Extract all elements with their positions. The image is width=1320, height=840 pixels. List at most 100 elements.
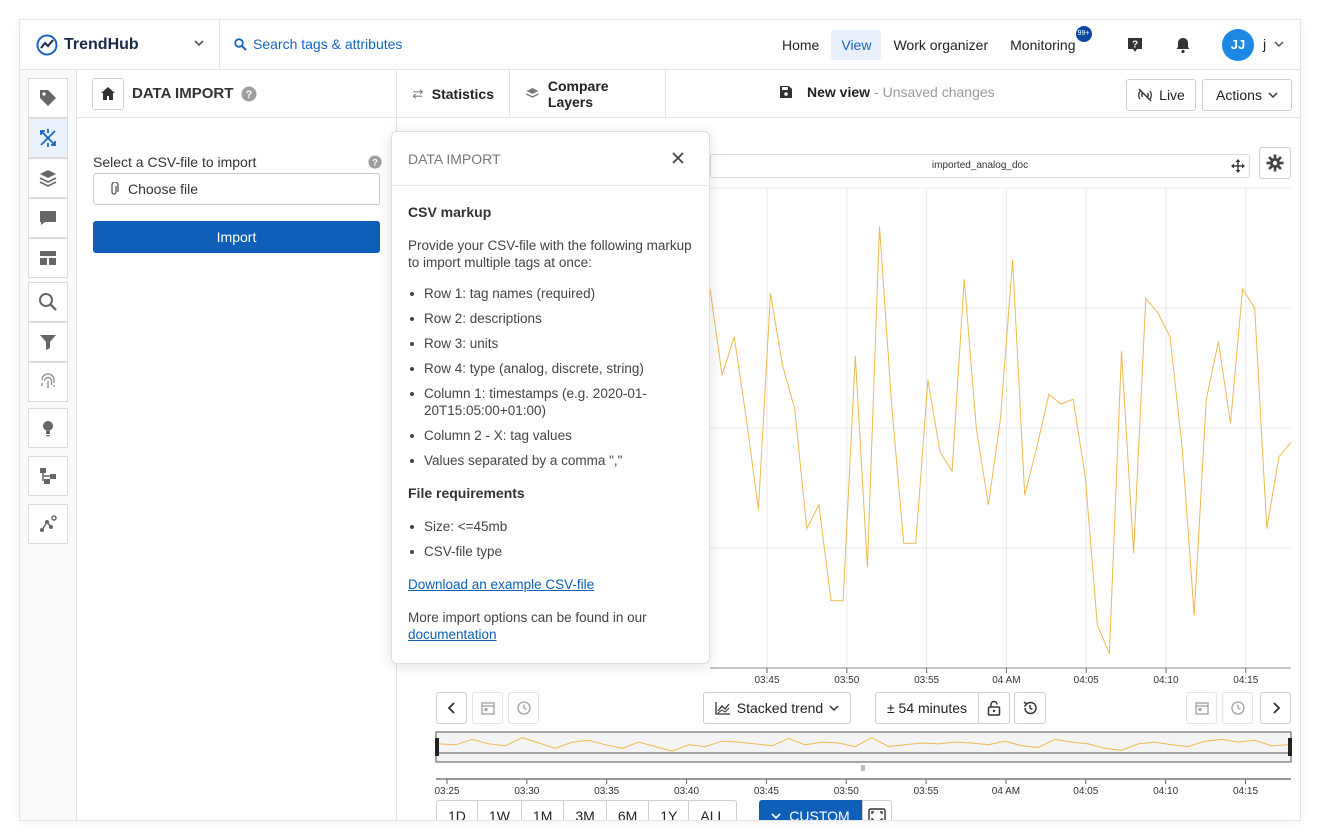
comment-icon [40, 211, 56, 225]
help-circle-icon[interactable]: ? [368, 155, 382, 169]
list-item: CSV-file type [408, 543, 693, 560]
x-tick-label: 04:10 [1153, 675, 1178, 686]
range-3m-button[interactable]: 3M [563, 800, 607, 820]
sidebar-data-import-button[interactable] [28, 118, 68, 158]
help-circle-icon[interactable]: ? [241, 86, 257, 102]
choose-file-input[interactable]: Choose file [93, 173, 380, 205]
search-icon [39, 293, 57, 311]
close-icon[interactable] [671, 151, 685, 165]
list-item: Row 2: descriptions [408, 310, 693, 327]
chevron-down-icon[interactable] [1274, 39, 1284, 49]
custom-range-label: CUSTOM [789, 808, 850, 820]
more-options-text: More import options can be found in our … [408, 609, 693, 643]
home-button[interactable] [92, 77, 124, 110]
x-tick-label: 03:50 [834, 786, 859, 797]
sidebar-fingerprint-button[interactable] [28, 362, 68, 402]
home-icon [101, 86, 115, 100]
sidebar-graph-button[interactable] [28, 504, 68, 544]
help-icon[interactable]: ? [1126, 36, 1144, 54]
brand-name: TrendHub [64, 36, 139, 53]
lock-window-button[interactable] [978, 692, 1010, 724]
avatar[interactable]: JJ [1222, 29, 1254, 61]
bell-icon[interactable] [1174, 36, 1192, 54]
chevron-down-icon [829, 705, 839, 712]
file-requirements-heading: File requirements [408, 485, 525, 501]
calendar-icon [1194, 702, 1209, 715]
main-nav: Home View Work organizer Monitoring 99+ [772, 26, 1092, 60]
brand-switcher[interactable]: TrendHub [20, 20, 220, 70]
pan-right-button[interactable] [1260, 692, 1291, 724]
sidebar-layers-button[interactable] [28, 158, 68, 198]
paperclip-icon [111, 182, 119, 195]
fit-to-range-button[interactable] [862, 800, 892, 820]
sidebar-dashboard-button[interactable] [28, 238, 68, 278]
range-all-button[interactable]: ALL [688, 800, 738, 820]
custom-range-button[interactable]: CUSTOM [759, 800, 862, 820]
documentation-link[interactable]: documentation [408, 627, 497, 642]
fit-frame-icon [868, 808, 886, 820]
x-tick-label: 03:40 [674, 786, 699, 797]
sidebar-tags-button[interactable] [28, 78, 68, 118]
calendar-icon [480, 702, 495, 715]
x-tick-label: 04:15 [1233, 786, 1258, 797]
x-axis-main: 03:45 03:50 03:55 04 AM 04:05 04:10 04:15 [710, 667, 1291, 686]
sidebar-insights-button[interactable] [28, 408, 68, 448]
download-example-link[interactable]: Download an example CSV-file [408, 576, 693, 593]
file-requirements-list: Size: <=45mb CSV-file type [408, 518, 693, 560]
pan-left-button[interactable] [436, 692, 467, 724]
x-tick-label: 03:30 [514, 786, 539, 797]
end-time-button[interactable] [1222, 692, 1253, 724]
range-1w-button[interactable]: 1W [476, 800, 522, 820]
graph-icon [40, 515, 57, 532]
chart-grid [710, 187, 1291, 669]
nav-view[interactable]: View [831, 30, 882, 60]
series-line-main[interactable] [709, 226, 1292, 654]
import-button[interactable]: Import [93, 221, 380, 253]
panel-header: DATA IMPORT ? [77, 70, 396, 118]
nav-monitoring[interactable]: Monitoring 99+ [1000, 26, 1092, 60]
app-window: TrendHub Search tags & attributes Home V… [20, 20, 1300, 820]
clock-icon [1230, 701, 1245, 715]
navigator-right-handle[interactable] [1288, 738, 1292, 756]
sidebar-filter-button[interactable] [28, 322, 68, 362]
filter-icon [40, 335, 56, 350]
user-name[interactable]: j [1263, 36, 1266, 52]
sidebar-hierarchy-button[interactable] [28, 456, 68, 496]
x-tick-label: 03:50 [834, 675, 859, 686]
nav-home[interactable]: Home [772, 30, 829, 60]
x-tick-label: 04:05 [1074, 675, 1099, 686]
list-item: Size: <=45mb [408, 518, 693, 535]
history-button[interactable] [1014, 692, 1046, 724]
layers-icon [39, 170, 57, 187]
start-date-button[interactable] [472, 692, 503, 724]
navigator-frame [435, 731, 1292, 763]
sidebar-comments-button[interactable] [28, 198, 68, 238]
navigator-scroll-grip[interactable] [861, 765, 865, 771]
x-tick-label: 03:55 [914, 675, 939, 686]
sidebar-search-button[interactable] [28, 282, 68, 322]
clock-icon [516, 701, 531, 715]
start-time-button[interactable] [508, 692, 539, 724]
chevron-down-icon [194, 40, 204, 47]
time-window-button[interactable]: ± 54 minutes [875, 692, 979, 724]
end-date-button[interactable] [1186, 692, 1217, 724]
range-1d-button[interactable]: 1D [436, 800, 478, 820]
chart-mode-label: Stacked trend [736, 700, 824, 716]
navigator-left-handle[interactable] [435, 738, 439, 756]
range-6m-button[interactable]: 6M [605, 800, 650, 820]
dashboard-icon [40, 251, 56, 265]
popover-title: DATA IMPORT [408, 151, 501, 167]
search-icon [234, 37, 247, 51]
list-item: Column 1: timestamps (e.g. 2020-01-20T15… [408, 385, 693, 419]
time-window-label: ± 54 minutes [886, 700, 968, 716]
range-1y-button[interactable]: 1Y [648, 800, 690, 820]
nav-work-organizer[interactable]: Work organizer [883, 30, 998, 60]
chart-mode-dropdown[interactable]: Stacked trend [703, 692, 851, 724]
trend-chart-icon [715, 702, 730, 715]
range-1m-button[interactable]: 1M [520, 800, 565, 820]
search-tags-input[interactable]: Search tags & attributes [234, 36, 402, 52]
csv-markup-intro: Provide your CSV-file with the following… [408, 238, 692, 270]
navigator[interactable] [435, 731, 1292, 771]
x-axis-navigator: 03:25 03:30 03:35 03:40 03:45 03:50 03:55 04 AM… [434, 779, 1258, 797]
chevron-down-icon [771, 813, 781, 820]
